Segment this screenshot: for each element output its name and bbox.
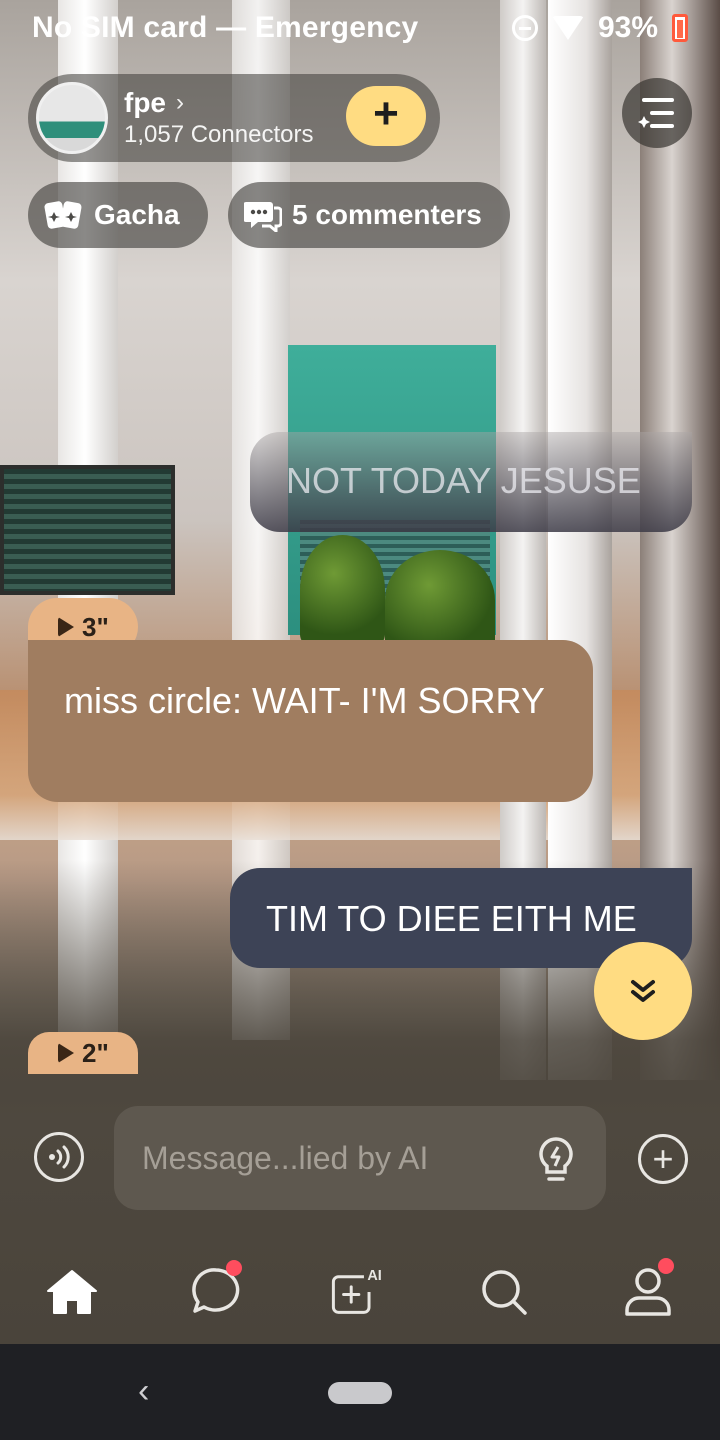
nav-profile[interactable] <box>620 1258 676 1320</box>
chat-name-row[interactable]: fpe › <box>124 87 313 119</box>
chat-name: fpe <box>124 87 166 118</box>
play-icon <box>58 1043 74 1063</box>
notification-dot <box>658 1258 674 1274</box>
message-input-box[interactable] <box>114 1106 606 1210</box>
voice-wave-icon <box>49 1145 70 1169</box>
plus-icon: + <box>373 89 399 138</box>
scene-shutter <box>0 465 175 595</box>
back-icon[interactable]: ‹ <box>138 1372 149 1411</box>
attach-plus-button[interactable]: + <box>638 1134 688 1184</box>
message-bubble-outgoing[interactable]: NOT TODAY JESUSE <box>250 432 692 532</box>
menu-icon <box>638 98 674 128</box>
scene-bush <box>300 535 385 645</box>
nav-search[interactable] <box>476 1264 532 1320</box>
connectors-count: 1,057 Connectors <box>124 121 314 148</box>
voice-duration: 2" <box>82 1037 109 1068</box>
plus-icon: + <box>652 1138 674 1179</box>
chat-header-text[interactable]: fpe › 1,057 Connectors <box>124 87 313 149</box>
carrier-text: No SIM card — Emergency <box>32 11 419 44</box>
lightbulb-icon[interactable] <box>536 1136 576 1184</box>
home-icon <box>47 1270 97 1314</box>
system-nav-bar: ‹ <box>0 1344 720 1440</box>
home-pill[interactable] <box>328 1382 392 1404</box>
commenters-label: 5 commenters <box>292 199 482 230</box>
chat-header[interactable]: fpe › 1,057 Connectors + <box>28 74 440 162</box>
voice-duration: 3" <box>82 611 109 642</box>
nav-ai-create[interactable]: AI <box>330 1264 386 1320</box>
nav-home[interactable] <box>44 1264 100 1320</box>
status-bar: No SIM card — Emergency 93% <box>0 0 720 56</box>
play-icon <box>58 617 74 637</box>
nav-chats[interactable] <box>188 1260 244 1320</box>
bottom-nav: AI <box>0 1240 720 1344</box>
voice-input-button[interactable] <box>34 1132 84 1182</box>
do-not-disturb-icon <box>511 15 538 41</box>
scroll-to-bottom-button[interactable] <box>594 942 692 1040</box>
join-button[interactable]: + <box>346 86 426 146</box>
menu-button[interactable] <box>622 78 692 148</box>
chat-avatar[interactable] <box>36 82 108 154</box>
message-bubble-incoming[interactable]: miss circle: WAIT- I'M SORRY <box>28 640 593 802</box>
status-icons: 93% <box>511 11 688 45</box>
wifi-icon <box>551 16 584 40</box>
battery-icon <box>672 14 688 42</box>
commenters-chip[interactable]: 5 commenters <box>228 182 510 248</box>
gacha-chip[interactable]: Gacha <box>28 182 208 248</box>
chevron-right-icon: › <box>176 89 184 116</box>
comments-icon <box>244 202 282 232</box>
svg-text:AI: AI <box>367 1268 381 1284</box>
ai-create-icon: AI <box>331 1268 382 1314</box>
search-icon <box>482 1270 527 1315</box>
notification-dot <box>226 1260 242 1276</box>
message-input[interactable] <box>142 1139 522 1177</box>
gacha-label: Gacha <box>94 199 180 230</box>
battery-percent: 93% <box>597 11 658 44</box>
scene-bush <box>385 550 495 650</box>
cards-icon <box>44 201 82 229</box>
voice-play-button[interactable]: 2" <box>28 1032 138 1074</box>
double-chevron-down-icon <box>631 980 655 1002</box>
